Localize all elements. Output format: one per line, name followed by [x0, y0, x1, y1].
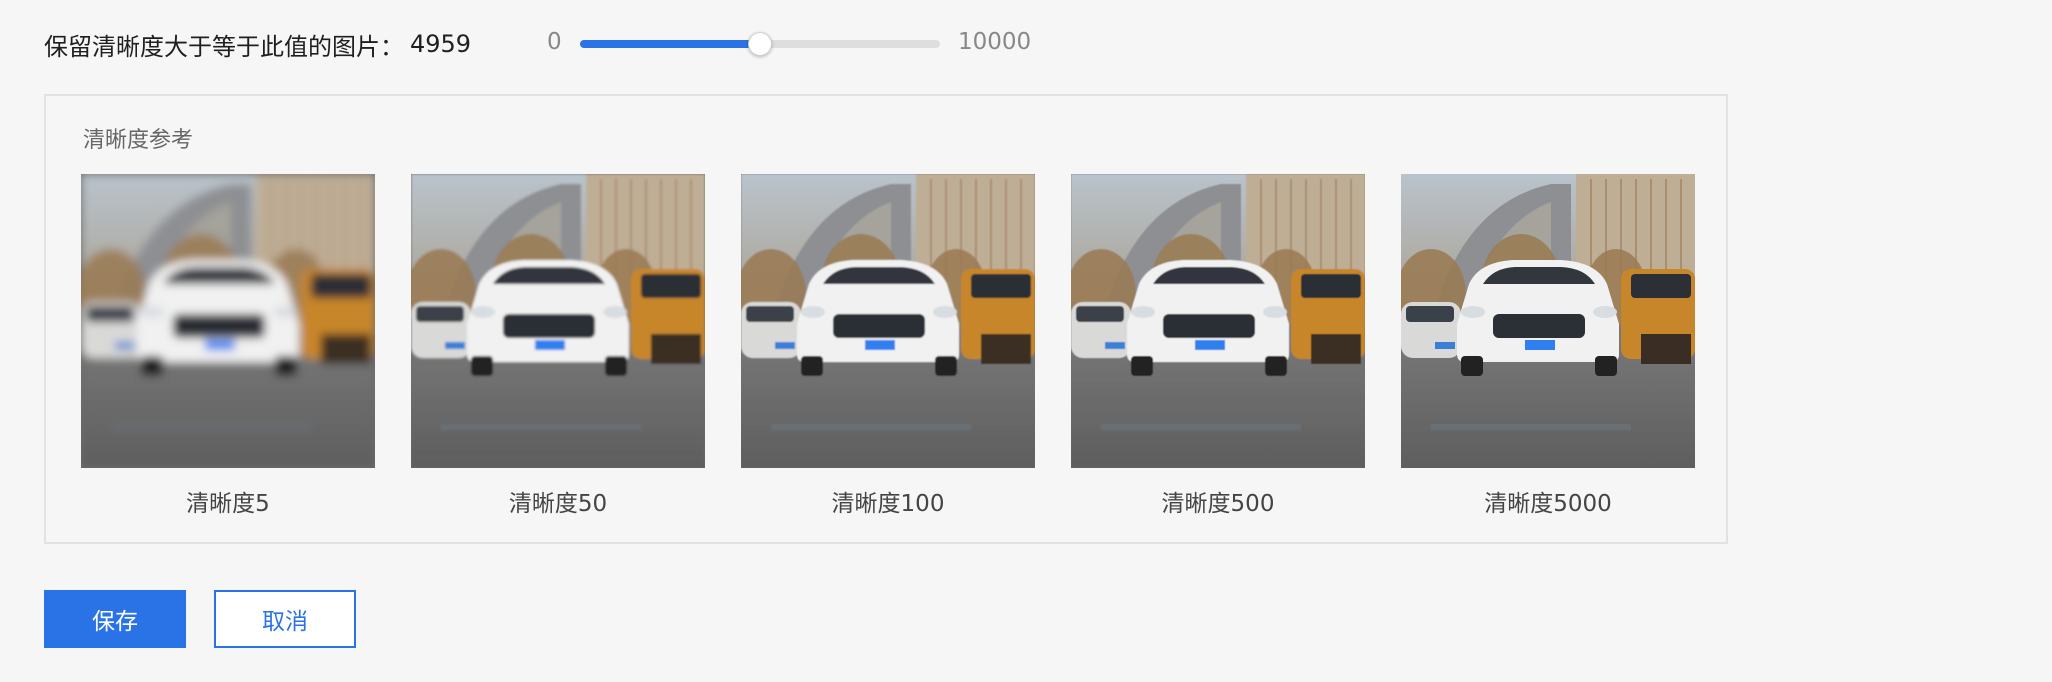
reference-card: 清晰度50	[411, 174, 705, 518]
clarity-slider[interactable]	[580, 32, 940, 56]
panel-title: 清晰度参考	[83, 128, 194, 153]
slider-fill	[580, 40, 759, 48]
cancel-button[interactable]: 取消	[214, 590, 356, 648]
reference-image	[1401, 174, 1695, 468]
clarity-reference-panel: 清晰度参考 清晰度5 清晰度50 清晰度100 清晰度500 清晰度5000	[44, 94, 1728, 544]
reference-gallery: 清晰度5 清晰度50 清晰度100 清晰度500 清晰度5000	[81, 174, 1695, 518]
reference-caption: 清晰度5000	[1484, 491, 1612, 517]
reference-card: 清晰度5000	[1401, 174, 1695, 518]
reference-card: 清晰度5	[81, 174, 375, 518]
reference-image	[1071, 174, 1365, 468]
save-button[interactable]: 保存	[44, 590, 186, 648]
reference-image	[411, 174, 705, 468]
threshold-label: 保留清晰度大于等于此值的图片：	[44, 32, 404, 61]
reference-card: 清晰度500	[1071, 174, 1365, 518]
threshold-row: 保留清晰度大于等于此值的图片： 4959	[44, 22, 471, 66]
reference-caption: 清晰度100	[831, 491, 945, 517]
reference-image	[741, 174, 1035, 468]
reference-caption: 清晰度500	[1161, 491, 1275, 517]
threshold-value: 4959	[410, 30, 472, 58]
reference-caption: 清晰度50	[508, 491, 608, 517]
reference-image	[81, 174, 375, 468]
slider-min-label: 0	[547, 29, 562, 55]
reference-card: 清晰度100	[741, 174, 1035, 518]
slider-max-label: 10000	[958, 29, 1032, 55]
reference-caption: 清晰度5	[186, 491, 270, 517]
slider-handle[interactable]	[747, 32, 772, 56]
